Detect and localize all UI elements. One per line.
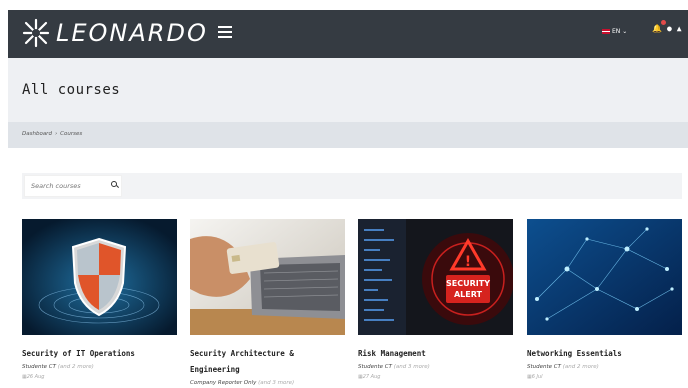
- brand-logo[interactable]: LEONARDO: [22, 17, 208, 49]
- course-image[interactable]: [190, 219, 345, 335]
- language-selector[interactable]: EN ⌄: [602, 28, 627, 35]
- course-audience: Studente CT (and 2 more): [22, 364, 94, 370]
- language-code: EN: [612, 28, 621, 35]
- course-card[interactable]: ! SECURITY ALERT Risk Management Student…: [358, 219, 513, 380]
- svg-text:SECURITY: SECURITY: [446, 279, 490, 288]
- course-title[interactable]: Security Architecture & Engineering: [190, 346, 345, 378]
- uk-flag-icon: [602, 29, 610, 34]
- leonardo-logo-icon: [22, 18, 50, 48]
- top-navbar: LEONARDO EN ⌄ 🔔 ● ▲: [8, 10, 688, 58]
- course-card[interactable]: Security Architecture & Engineering Comp…: [190, 219, 345, 386]
- course-title[interactable]: Risk Management: [358, 346, 513, 362]
- course-image[interactable]: [22, 219, 177, 335]
- breadcrumb-courses[interactable]: Courses: [60, 131, 82, 137]
- breadcrumb: Dashboard › Courses: [22, 131, 82, 137]
- menu-toggle-icon[interactable]: [218, 25, 232, 39]
- course-audience: Company Reporter Only (and 3 more): [190, 380, 295, 386]
- svg-text:ALERT: ALERT: [454, 290, 483, 299]
- course-card[interactable]: Security of IT Operations Studente CT (a…: [22, 219, 177, 380]
- user-icon[interactable]: ▲: [677, 24, 682, 33]
- course-card[interactable]: Networking Essentials Studente CT (and 2…: [527, 219, 682, 380]
- course-date: ▦27 Aug: [358, 374, 381, 380]
- search-input[interactable]: [24, 175, 122, 197]
- messages-icon[interactable]: ●: [667, 24, 672, 33]
- course-date: ▦6 Jul: [527, 374, 543, 380]
- course-title[interactable]: Networking Essentials: [527, 346, 682, 362]
- brand-name: LEONARDO: [56, 19, 208, 47]
- search-icon[interactable]: [111, 181, 117, 187]
- page-title: All courses: [22, 82, 121, 98]
- course-image[interactable]: ! SECURITY ALERT: [358, 219, 513, 335]
- breadcrumb-separator: ›: [54, 131, 58, 137]
- course-audience: Studente CT (and 2 more): [527, 364, 599, 370]
- course-audience: Studente CT (and 3 more): [358, 364, 430, 370]
- notification-bell-icon[interactable]: 🔔: [652, 20, 666, 33]
- svg-text:!: !: [465, 254, 471, 270]
- course-title[interactable]: Security of IT Operations: [22, 346, 177, 362]
- breadcrumb-dashboard[interactable]: Dashboard: [22, 131, 52, 137]
- chevron-down-icon: ⌄: [622, 28, 628, 35]
- notification-badge: [660, 20, 666, 25]
- course-image[interactable]: [527, 219, 682, 335]
- course-date: ▦26 Aug: [22, 374, 45, 380]
- breadcrumb-bar: [8, 122, 688, 148]
